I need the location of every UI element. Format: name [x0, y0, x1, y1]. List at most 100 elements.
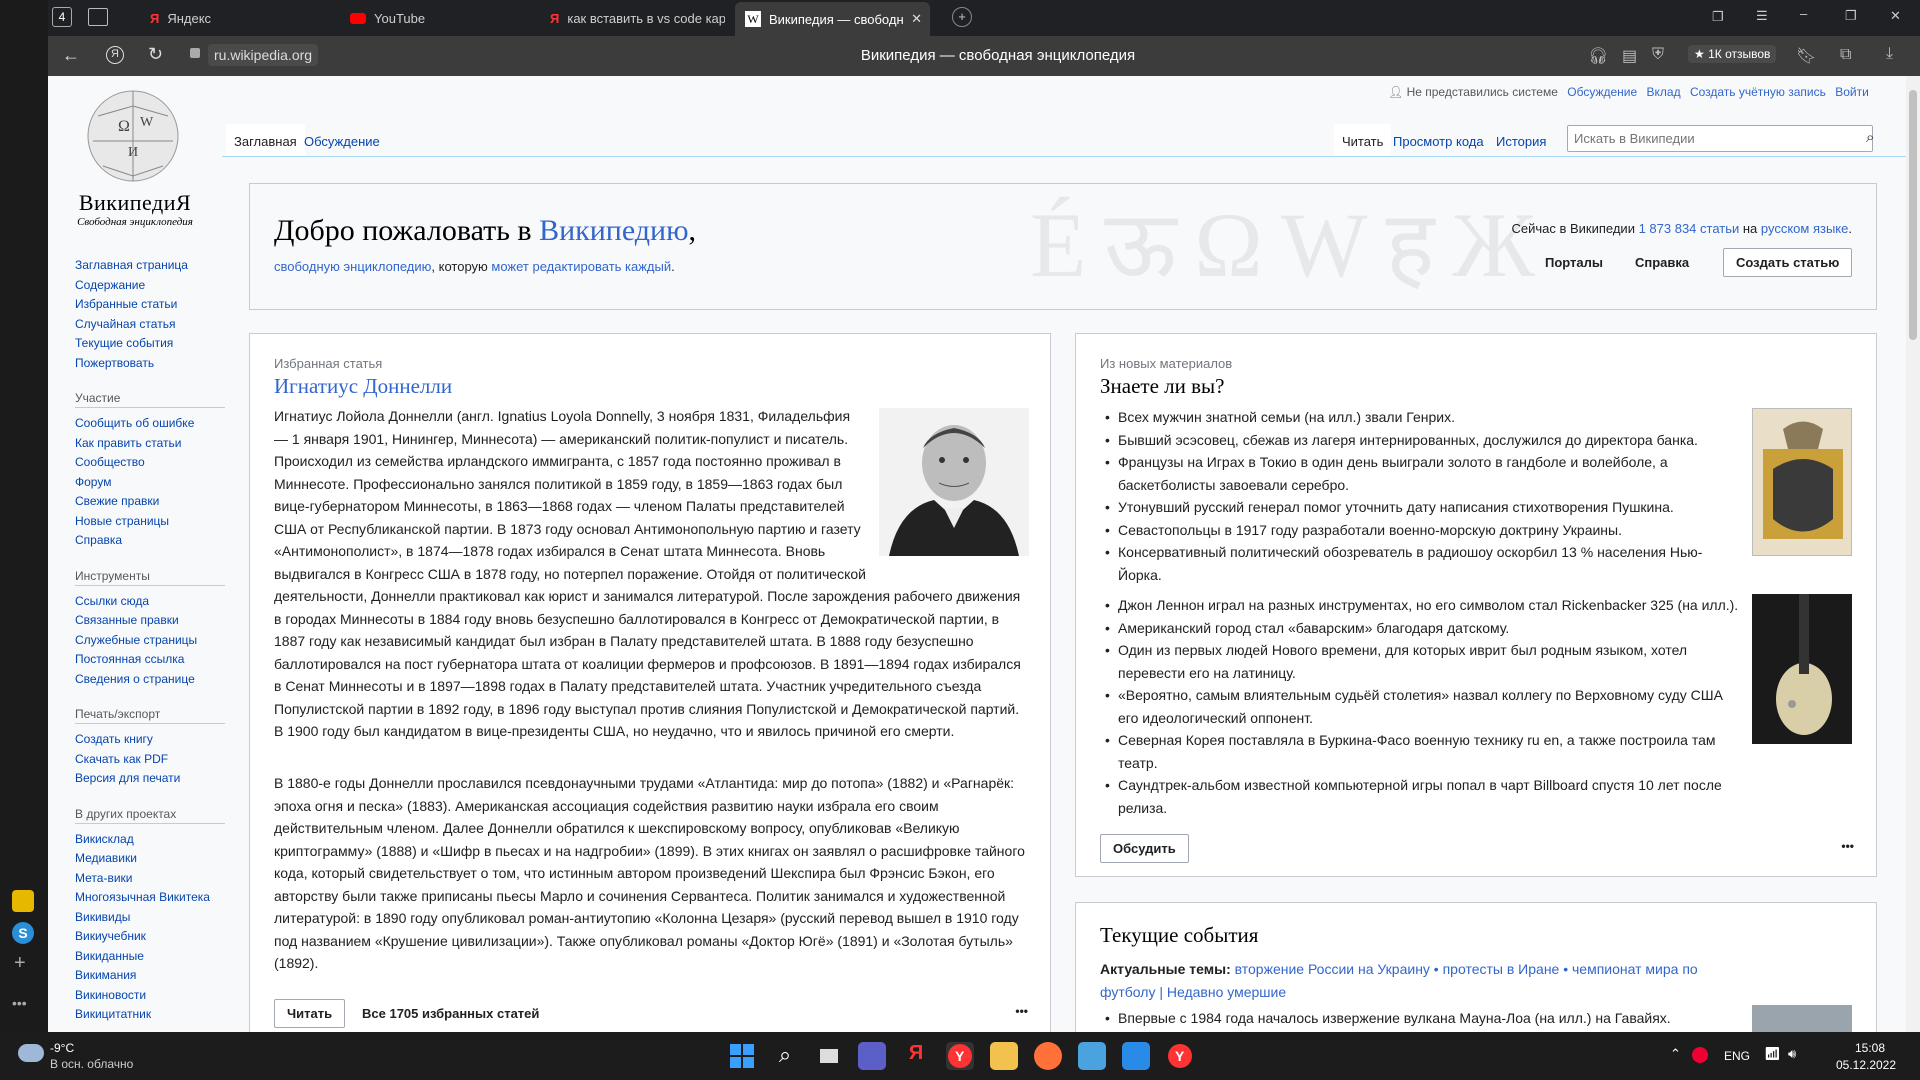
collections-icon[interactable]: ⧉: [1840, 46, 1851, 64]
more-options-icon[interactable]: •••: [1841, 839, 1854, 853]
search-taskbar-icon[interactable]: ⌕: [771, 1042, 799, 1070]
personal-contrib-link[interactable]: Вклад: [1647, 85, 1681, 99]
sidebar-item-main[interactable]: Избранные статьи: [75, 295, 235, 315]
sidebar-item-other[interactable]: Викиданные: [75, 947, 235, 967]
minimize-icon[interactable]: –: [1800, 6, 1807, 21]
sidebar-item-main[interactable]: Пожертвовать: [75, 354, 235, 374]
sidebar-item-main[interactable]: Заглавная страница: [75, 256, 235, 276]
sidebar-item-part[interactable]: Сообщить об ошибке: [75, 414, 235, 434]
anyone-can-edit-link[interactable]: может редактировать каждый: [491, 259, 671, 274]
bookmark-icon[interactable]: 🔖︎: [1796, 46, 1816, 66]
tab-wikipedia[interactable]: W Википедия — свободн ✕: [735, 2, 930, 36]
sidebar-item-main[interactable]: Случайная статья: [75, 315, 235, 335]
page-scrollbar[interactable]: [1906, 76, 1920, 1032]
sidebar-item-print[interactable]: Скачать как PDF: [75, 750, 235, 770]
sidebar-item-part[interactable]: Свежие правки: [75, 492, 235, 512]
close-window-icon[interactable]: ✕: [1890, 8, 1901, 24]
all-featured-link[interactable]: Все 1705 избранных статей: [362, 1006, 539, 1021]
start-icon[interactable]: [728, 1042, 756, 1070]
help-link[interactable]: Справка: [1635, 255, 1689, 270]
sidebar-item-other[interactable]: Викиучебник: [75, 927, 235, 947]
menu-icon[interactable]: ☰: [1756, 8, 1768, 24]
teams-icon[interactable]: [858, 1042, 886, 1070]
tab-counter[interactable]: 4: [52, 7, 72, 27]
file-explorer-icon[interactable]: [990, 1042, 1018, 1070]
firefox-icon[interactable]: [1034, 1042, 1062, 1070]
bookmarks-icon[interactable]: ❐: [1712, 9, 1724, 25]
welcome-wiki-link[interactable]: Википедию: [539, 214, 688, 247]
clock-time[interactable]: 15:08: [1840, 1041, 1900, 1055]
sidebar-item-part[interactable]: Сообщество: [75, 453, 235, 473]
discuss-button[interactable]: Обсудить: [1100, 834, 1189, 863]
sidebar-item-part[interactable]: Как править статьи: [75, 434, 235, 454]
sidebar-item-print[interactable]: Создать книгу: [75, 730, 235, 750]
tab-vscode-search[interactable]: Я как вставить в vs code кар: [540, 4, 725, 32]
task-view-icon[interactable]: [815, 1042, 843, 1070]
search-icon[interactable]: ⌕: [1866, 129, 1874, 146]
tab-view-source[interactable]: Просмотр кода: [1385, 124, 1492, 156]
article-count-link[interactable]: 1 873 834 статьи: [1639, 221, 1740, 236]
create-account-link[interactable]: Создать учётную запись: [1690, 85, 1826, 99]
tab-main[interactable]: Заглавная: [226, 124, 305, 156]
sidebar-item-tools[interactable]: Постоянная ссылка: [75, 650, 235, 670]
weather-icon[interactable]: [18, 1044, 44, 1062]
reviews-badge[interactable]: ★ 1К отзывов: [1688, 45, 1777, 63]
language-indicator[interactable]: ENG: [1724, 1049, 1750, 1063]
sidebar-item-main[interactable]: Текущие события: [75, 334, 235, 354]
yandex-browser-icon[interactable]: Y: [946, 1042, 974, 1070]
messenger-icon[interactable]: [12, 890, 34, 912]
skype-icon[interactable]: S: [12, 922, 34, 944]
tray-app-icon[interactable]: [1692, 1047, 1708, 1063]
tab-talk[interactable]: Обсуждение: [296, 124, 388, 156]
wikipedia-logo[interactable]: Ω W И ВикипедиЯ Свободная энциклопедия: [48, 76, 193, 228]
add-panel-icon[interactable]: +: [14, 952, 26, 975]
read-featured-button[interactable]: Читать: [274, 999, 346, 1028]
tab-list-icon[interactable]: [88, 8, 108, 26]
clock-date[interactable]: 05.12.2022: [1830, 1058, 1902, 1072]
wifi-icon[interactable]: 📶︎: [1764, 1046, 1781, 1062]
mauna-loa-image[interactable]: [1752, 1005, 1852, 1032]
create-article-button[interactable]: Создать статью: [1723, 248, 1853, 277]
sidebar-item-main[interactable]: Содержание: [75, 276, 235, 296]
sidebar-item-other[interactable]: Викисклад: [75, 830, 235, 850]
tab-yandex[interactable]: Я Яндекс: [140, 4, 330, 32]
sidebar-item-part[interactable]: Форум: [75, 473, 235, 493]
guitar-image[interactable]: [1752, 594, 1852, 744]
protect-icon[interactable]: ⛨: [1652, 46, 1664, 64]
maximize-icon[interactable]: ❐: [1845, 8, 1857, 24]
login-link[interactable]: Войти: [1835, 85, 1869, 99]
sidebar-item-other[interactable]: Мета-вики: [75, 869, 235, 889]
tray-chevron-icon[interactable]: ⌃: [1670, 1046, 1681, 1062]
reader-icon[interactable]: ▤: [1622, 46, 1637, 66]
coat-of-arms-image[interactable]: [1752, 408, 1852, 556]
russian-language-link[interactable]: русском языке: [1761, 221, 1848, 236]
more-icon[interactable]: •••: [12, 995, 27, 1011]
search-input[interactable]: [1567, 125, 1873, 152]
headphones-icon[interactable]: 🎧︎: [1588, 46, 1608, 66]
close-icon[interactable]: ✕: [911, 11, 922, 27]
sidebar-item-part[interactable]: Справка: [75, 531, 235, 551]
yandex-taskbar-icon[interactable]: Я: [902, 1042, 930, 1070]
scrollbar-thumb[interactable]: [1909, 90, 1917, 340]
sidebar-item-other[interactable]: Медиавики: [75, 849, 235, 869]
download-icon[interactable]: ⤓: [1886, 45, 1893, 63]
sidebar-item-other[interactable]: Викицитатник: [75, 1005, 235, 1025]
sidebar-item-other[interactable]: Викимания: [75, 966, 235, 986]
portals-link[interactable]: Порталы: [1545, 255, 1603, 270]
sidebar-item-tools[interactable]: Связанные правки: [75, 611, 235, 631]
notepad-icon[interactable]: [1078, 1042, 1106, 1070]
sidebar-item-print[interactable]: Версия для печати: [75, 769, 235, 789]
sidebar-item-other[interactable]: Викивиды: [75, 908, 235, 928]
featured-title[interactable]: Игнатиус Доннелли: [274, 374, 452, 399]
sidebar-item-tools[interactable]: Ссылки сюда: [75, 592, 235, 612]
sidebar-item-tools[interactable]: Сведения о странице: [75, 670, 235, 690]
tab-youtube[interactable]: YouTube: [340, 4, 530, 32]
tab-read[interactable]: Читать: [1334, 124, 1392, 156]
new-tab-button[interactable]: +: [952, 7, 972, 27]
vscode-icon[interactable]: [1122, 1042, 1150, 1070]
sidebar-item-part[interactable]: Новые страницы: [75, 512, 235, 532]
volume-icon[interactable]: 🔊︎: [1788, 1046, 1796, 1062]
tab-history[interactable]: История: [1488, 124, 1554, 156]
more-options-icon[interactable]: •••: [1015, 1004, 1028, 1018]
personal-talk-link[interactable]: Обсуждение: [1567, 85, 1637, 99]
